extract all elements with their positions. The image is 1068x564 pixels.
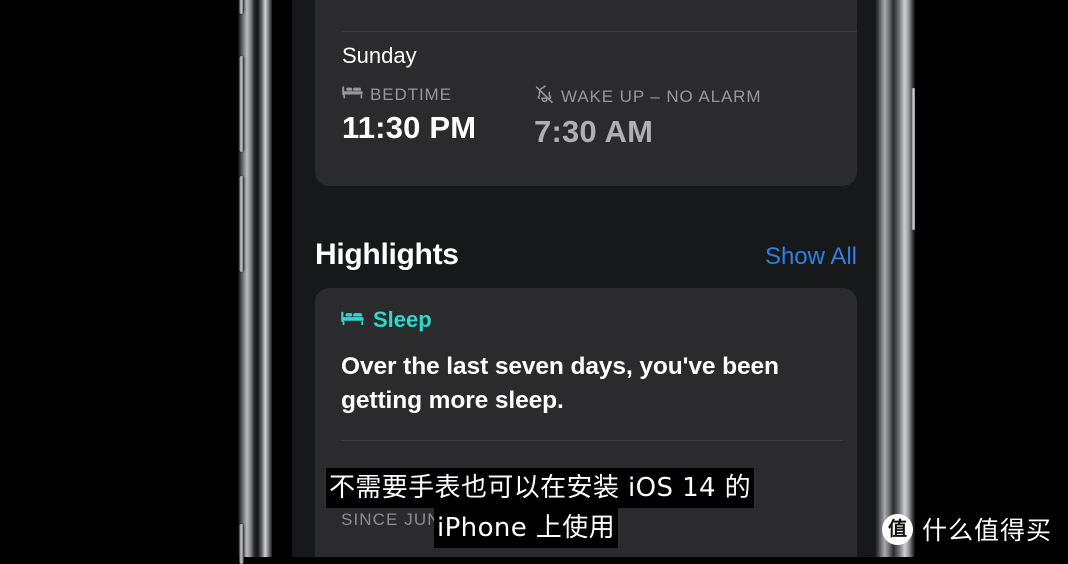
bedtime-label-group: BEDTIME: [342, 85, 476, 105]
wakeup-value: 7:30 AM: [534, 114, 654, 149]
volume-up-button[interactable]: [239, 56, 244, 152]
bedtime-value: 11:30 PM: [342, 110, 477, 145]
mute-switch-button[interactable]: [239, 0, 244, 14]
watermark-logo-icon: 值: [881, 513, 913, 545]
highlight-category: Sleep: [341, 307, 432, 333]
chart-bar: [374, 482, 382, 506]
phone-left-bezel: [272, 0, 292, 557]
volume-down-button[interactable]: [239, 176, 244, 272]
bedtime-column[interactable]: BEDTIME 11:30 PM: [342, 85, 476, 146]
sleep-schedule-card[interactable]: 10:00 PM 6:00 AM Sunday: [315, 0, 857, 186]
lower-left-frame-button[interactable]: [239, 524, 244, 564]
clipped-schedule-times: 10:00 PM 6:00 AM: [342, 0, 822, 4]
sleep-bar-chart: [341, 460, 831, 506]
show-all-button[interactable]: Show All: [765, 243, 857, 271]
wakeup-label-group: WAKE UP – NO ALARM: [534, 85, 761, 109]
highlight-since-label: SINCE JUN 9: [341, 510, 458, 529]
bed-icon: [341, 307, 364, 333]
phone-right-frame: [875, 0, 915, 557]
bell-slash-icon: [534, 85, 554, 109]
chart-bar: [341, 480, 349, 506]
highlight-body-text: Over the last seven days, you've been ge…: [341, 353, 779, 414]
phone-screen: 10:00 PM 6:00 AM Sunday: [292, 0, 875, 557]
schedule-day-label: Sunday: [342, 43, 417, 68]
wakeup-column[interactable]: WAKE UP – NO ALARM 7:30 AM: [534, 85, 761, 150]
bedtime-label: BEDTIME: [370, 85, 452, 104]
background-right: [915, 0, 1068, 557]
highlights-header: Highlights Show All: [315, 238, 857, 280]
clipped-wakeup-time: 6:00 AM: [524, 0, 643, 3]
wakeup-label: WAKE UP – NO ALARM: [561, 87, 762, 106]
bed-icon: [342, 85, 363, 105]
watermark: 值 什么值得买: [881, 511, 1052, 547]
watermark-text: 什么值得买: [921, 516, 1052, 545]
highlight-divider: [341, 440, 843, 441]
video-frame-scene: 10:00 PM 6:00 AM Sunday: [0, 0, 1068, 564]
page-title: Highlights: [315, 238, 459, 271]
highlight-category-label: Sleep: [373, 307, 432, 332]
sleep-highlight-card[interactable]: Sleep Over the last seven days, you've b…: [315, 288, 857, 557]
clipped-bedtime-time: 10:00 PM: [342, 0, 478, 3]
schedule-row-divider: [342, 31, 857, 32]
